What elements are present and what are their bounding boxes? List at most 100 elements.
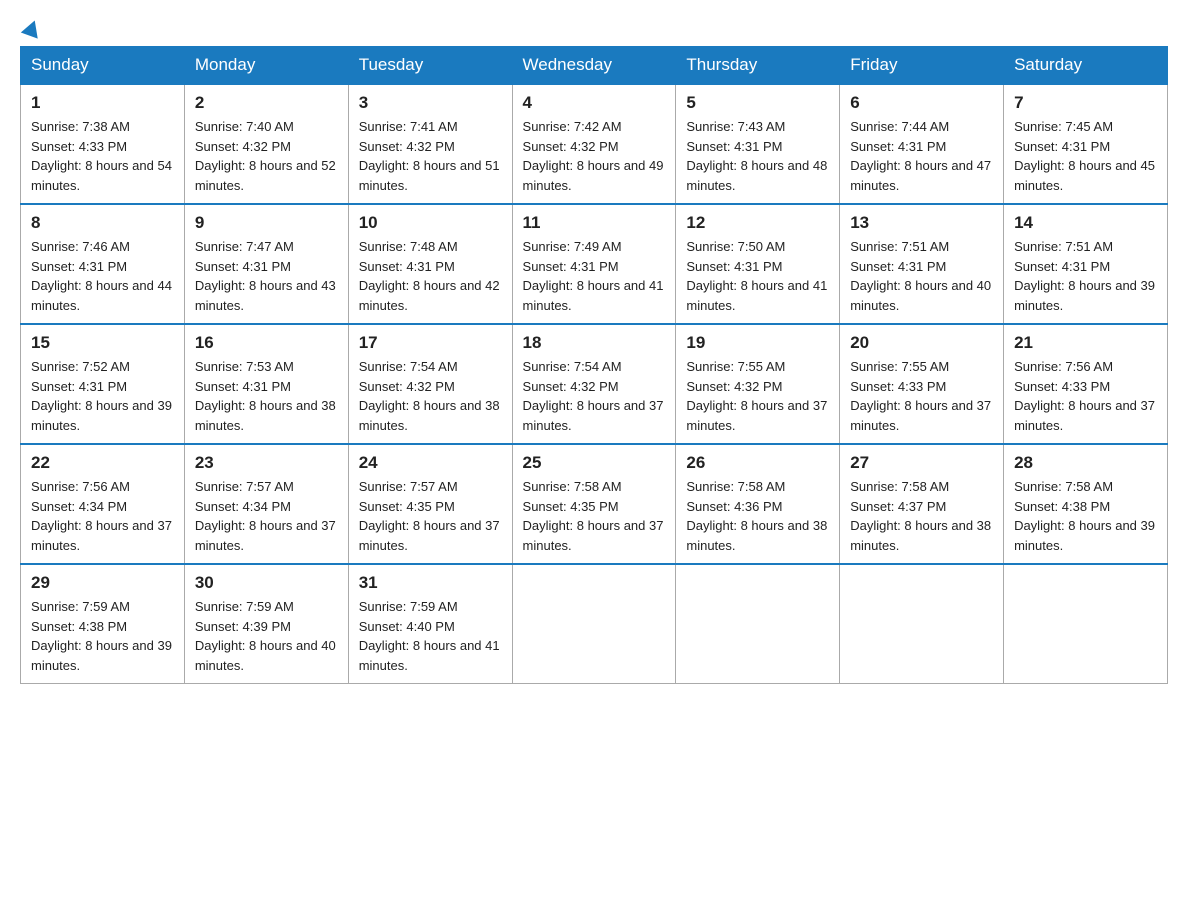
- calendar-day-cell: 19 Sunrise: 7:55 AMSunset: 4:32 PMDayligh…: [676, 324, 840, 444]
- day-number: 16: [195, 333, 338, 353]
- day-number: 25: [523, 453, 666, 473]
- day-number: 18: [523, 333, 666, 353]
- day-info: Sunrise: 7:47 AMSunset: 4:31 PMDaylight:…: [195, 237, 338, 315]
- day-of-week-header: Saturday: [1004, 47, 1168, 85]
- calendar-table: SundayMondayTuesdayWednesdayThursdayFrid…: [20, 46, 1168, 684]
- day-info: Sunrise: 7:49 AMSunset: 4:31 PMDaylight:…: [523, 237, 666, 315]
- logo: [20, 20, 41, 36]
- calendar-day-cell: 17 Sunrise: 7:54 AMSunset: 4:32 PMDayligh…: [348, 324, 512, 444]
- calendar-week-row: 15Sunrise: 7:52 AMSunset: 4:31 PMDayligh…: [21, 324, 1168, 444]
- calendar-day-cell: 27 Sunrise: 7:58 AMSunset: 4:37 PMDayligh…: [840, 444, 1004, 564]
- day-number: 14: [1014, 213, 1157, 233]
- day-info: Sunrise: 7:45 AMSunset: 4:31 PMDaylight:…: [1014, 117, 1157, 195]
- day-number: 26: [686, 453, 829, 473]
- day-number: 7: [1014, 93, 1157, 113]
- day-info: Sunrise: 7:57 AMSunset: 4:35 PMDaylight:…: [359, 477, 502, 555]
- day-info: Sunrise: 7:58 AMSunset: 4:36 PMDaylight:…: [686, 477, 829, 555]
- day-info: Sunrise: 7:58 AMSunset: 4:37 PMDaylight:…: [850, 477, 993, 555]
- day-number: 4: [523, 93, 666, 113]
- day-info: Sunrise: 7:58 AMSunset: 4:38 PMDaylight:…: [1014, 477, 1157, 555]
- day-info: Sunrise: 7:54 AMSunset: 4:32 PMDaylight:…: [359, 357, 502, 435]
- calendar-day-cell: 10 Sunrise: 7:48 AMSunset: 4:31 PMDayligh…: [348, 204, 512, 324]
- calendar-day-cell: 14 Sunrise: 7:51 AMSunset: 4:31 PMDayligh…: [1004, 204, 1168, 324]
- calendar-day-cell: 9 Sunrise: 7:47 AMSunset: 4:31 PMDaylight…: [184, 204, 348, 324]
- calendar-day-cell: 2Sunrise: 7:40 AMSunset: 4:32 PMDaylight…: [184, 84, 348, 204]
- day-info: Sunrise: 7:55 AMSunset: 4:33 PMDaylight:…: [850, 357, 993, 435]
- day-info: Sunrise: 7:53 AMSunset: 4:31 PMDaylight:…: [195, 357, 338, 435]
- day-info: Sunrise: 7:52 AMSunset: 4:31 PMDaylight:…: [31, 357, 174, 435]
- logo-general: [20, 20, 41, 36]
- day-info: Sunrise: 7:48 AMSunset: 4:31 PMDaylight:…: [359, 237, 502, 315]
- page-header: [20, 20, 1168, 36]
- day-of-week-header: Tuesday: [348, 47, 512, 85]
- day-info: Sunrise: 7:57 AMSunset: 4:34 PMDaylight:…: [195, 477, 338, 555]
- calendar-day-cell: 28 Sunrise: 7:58 AMSunset: 4:38 PMDayligh…: [1004, 444, 1168, 564]
- day-info: Sunrise: 7:46 AMSunset: 4:31 PMDaylight:…: [31, 237, 174, 315]
- calendar-week-row: 22Sunrise: 7:56 AMSunset: 4:34 PMDayligh…: [21, 444, 1168, 564]
- calendar-day-cell: 26 Sunrise: 7:58 AMSunset: 4:36 PMDayligh…: [676, 444, 840, 564]
- calendar-day-cell: 1 Sunrise: 7:38 AMSunset: 4:33 PMDaylight…: [21, 84, 185, 204]
- day-number: 31: [359, 573, 502, 593]
- calendar-day-cell: 12 Sunrise: 7:50 AMSunset: 4:31 PMDayligh…: [676, 204, 840, 324]
- empty-cell: [676, 564, 840, 684]
- calendar-day-cell: 16 Sunrise: 7:53 AMSunset: 4:31 PMDayligh…: [184, 324, 348, 444]
- day-info: Sunrise: 7:59 AMSunset: 4:40 PMDaylight:…: [359, 597, 502, 675]
- day-number: 28: [1014, 453, 1157, 473]
- calendar-day-cell: 11 Sunrise: 7:49 AMSunset: 4:31 PMDayligh…: [512, 204, 676, 324]
- day-number: 10: [359, 213, 502, 233]
- calendar-day-cell: 23Sunrise: 7:57 AMSunset: 4:34 PMDayligh…: [184, 444, 348, 564]
- day-number: 30: [195, 573, 338, 593]
- calendar-week-row: 1 Sunrise: 7:38 AMSunset: 4:33 PMDaylight…: [21, 84, 1168, 204]
- day-info: Sunrise: 7:42 AMSunset: 4:32 PMDaylight:…: [523, 117, 666, 195]
- day-info: Sunrise: 7:56 AMSunset: 4:33 PMDaylight:…: [1014, 357, 1157, 435]
- calendar-day-cell: 25 Sunrise: 7:58 AMSunset: 4:35 PMDayligh…: [512, 444, 676, 564]
- calendar-day-cell: 22Sunrise: 7:56 AMSunset: 4:34 PMDayligh…: [21, 444, 185, 564]
- day-info: Sunrise: 7:51 AMSunset: 4:31 PMDaylight:…: [1014, 237, 1157, 315]
- day-info: Sunrise: 7:59 AMSunset: 4:39 PMDaylight:…: [195, 597, 338, 675]
- calendar-day-cell: 4 Sunrise: 7:42 AMSunset: 4:32 PMDaylight…: [512, 84, 676, 204]
- calendar-day-cell: 8 Sunrise: 7:46 AMSunset: 4:31 PMDaylight…: [21, 204, 185, 324]
- logo-triangle-icon: [21, 17, 43, 38]
- day-info: Sunrise: 7:58 AMSunset: 4:35 PMDaylight:…: [523, 477, 666, 555]
- day-number: 24: [359, 453, 502, 473]
- calendar-day-cell: 13Sunrise: 7:51 AMSunset: 4:31 PMDayligh…: [840, 204, 1004, 324]
- day-number: 11: [523, 213, 666, 233]
- calendar-day-cell: 6Sunrise: 7:44 AMSunset: 4:31 PMDaylight…: [840, 84, 1004, 204]
- day-info: Sunrise: 7:50 AMSunset: 4:31 PMDaylight:…: [686, 237, 829, 315]
- calendar-day-cell: 21Sunrise: 7:56 AMSunset: 4:33 PMDayligh…: [1004, 324, 1168, 444]
- day-info: Sunrise: 7:41 AMSunset: 4:32 PMDaylight:…: [359, 117, 502, 195]
- day-number: 5: [686, 93, 829, 113]
- day-info: Sunrise: 7:43 AMSunset: 4:31 PMDaylight:…: [686, 117, 829, 195]
- day-number: 17: [359, 333, 502, 353]
- day-number: 13: [850, 213, 993, 233]
- day-number: 1: [31, 93, 174, 113]
- day-number: 9: [195, 213, 338, 233]
- day-number: 6: [850, 93, 993, 113]
- day-number: 12: [686, 213, 829, 233]
- day-info: Sunrise: 7:56 AMSunset: 4:34 PMDaylight:…: [31, 477, 174, 555]
- day-number: 8: [31, 213, 174, 233]
- day-number: 19: [686, 333, 829, 353]
- empty-cell: [840, 564, 1004, 684]
- day-number: 2: [195, 93, 338, 113]
- day-of-week-header: Thursday: [676, 47, 840, 85]
- day-number: 20: [850, 333, 993, 353]
- calendar-day-cell: 3Sunrise: 7:41 AMSunset: 4:32 PMDaylight…: [348, 84, 512, 204]
- day-of-week-header: Monday: [184, 47, 348, 85]
- day-of-week-header: Wednesday: [512, 47, 676, 85]
- calendar-day-cell: 20 Sunrise: 7:55 AMSunset: 4:33 PMDayligh…: [840, 324, 1004, 444]
- empty-cell: [512, 564, 676, 684]
- calendar-day-cell: 5 Sunrise: 7:43 AMSunset: 4:31 PMDaylight…: [676, 84, 840, 204]
- day-info: Sunrise: 7:55 AMSunset: 4:32 PMDaylight:…: [686, 357, 829, 435]
- calendar-day-cell: 30 Sunrise: 7:59 AMSunset: 4:39 PMDayligh…: [184, 564, 348, 684]
- empty-cell: [1004, 564, 1168, 684]
- day-info: Sunrise: 7:38 AMSunset: 4:33 PMDaylight:…: [31, 117, 174, 195]
- calendar-day-cell: 31 Sunrise: 7:59 AMSunset: 4:40 PMDayligh…: [348, 564, 512, 684]
- calendar-week-row: 29Sunrise: 7:59 AMSunset: 4:38 PMDayligh…: [21, 564, 1168, 684]
- day-of-week-header: Friday: [840, 47, 1004, 85]
- calendar-header-row: SundayMondayTuesdayWednesdayThursdayFrid…: [21, 47, 1168, 85]
- calendar-day-cell: 7 Sunrise: 7:45 AMSunset: 4:31 PMDaylight…: [1004, 84, 1168, 204]
- calendar-day-cell: 29Sunrise: 7:59 AMSunset: 4:38 PMDayligh…: [21, 564, 185, 684]
- calendar-day-cell: 15Sunrise: 7:52 AMSunset: 4:31 PMDayligh…: [21, 324, 185, 444]
- day-number: 27: [850, 453, 993, 473]
